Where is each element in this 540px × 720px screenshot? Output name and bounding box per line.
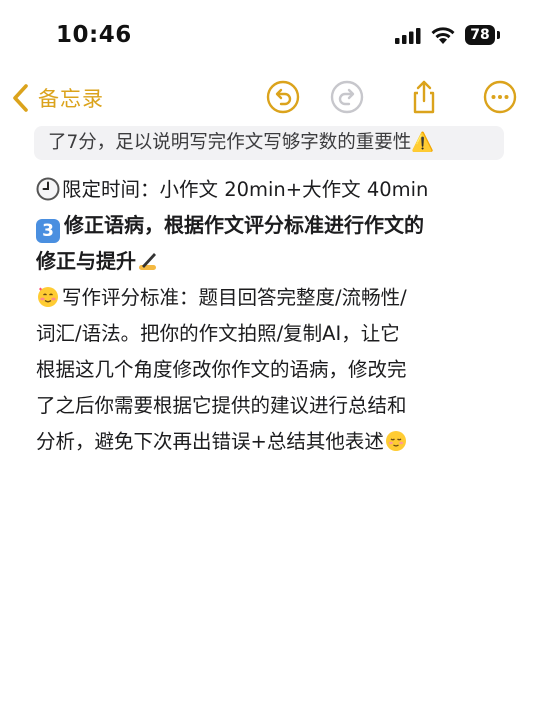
status-time: 10:46: [56, 22, 132, 48]
section-heading-continued: 修正与提升: [36, 249, 136, 273]
time-limit-text: 限定时间：小作文 20min+大作文 40min: [62, 178, 429, 201]
back-label: 备忘录: [38, 87, 104, 111]
more-icon[interactable]: [482, 79, 518, 115]
share-icon[interactable]: [406, 79, 442, 115]
section-heading: 修正语病，根据作文评分标准进行作文的: [64, 213, 424, 237]
summary-text: 分析，避免下次再出错误+总结其他表述: [36, 430, 384, 453]
undo-icon[interactable]: [265, 79, 301, 115]
note-line: 修正与提升: [36, 244, 512, 280]
cellular-signal-icon: [395, 28, 421, 44]
note-line: 根据这几个角度修改你作文的语病，修改完: [36, 358, 407, 381]
back-button[interactable]: 备忘录: [10, 80, 104, 116]
relieved-face-icon: [385, 431, 406, 451]
nav-bar: 备忘录: [0, 72, 540, 124]
battery-indicator: 78: [465, 25, 495, 45]
note-line: 分析，避免下次再出错误+总结其他表述: [36, 424, 512, 460]
writing-hand-icon: [139, 253, 156, 270]
wifi-icon: [431, 27, 455, 44]
note-line: 词汇/语法。把你的作文拍照/复制AI，让它: [36, 322, 400, 345]
chevron-left-icon: [13, 84, 28, 112]
banner-text: 了7分，足以说明写完作文写够字数的重要性⚠️: [48, 132, 435, 153]
keycap-three-icon: 3: [36, 219, 60, 243]
note-body[interactable]: 限定时间：小作文 20min+大作文 40min 3 修正语病，根据作文评分标准进…: [36, 172, 512, 460]
clock-icon: [36, 177, 60, 201]
status-bar: 10:46 78: [0, 0, 540, 72]
criteria-text: 写作评分标准：题目回答完整度/流畅性/: [62, 286, 407, 309]
note-line: 写作评分标准：题目回答完整度/流畅性/: [36, 280, 512, 316]
note-line: 限定时间：小作文 20min+大作文 40min: [36, 172, 512, 208]
note-line: 了之后你需要根据它提供的建议进行总结和: [36, 394, 407, 417]
battery-cap: [497, 31, 500, 39]
smiling-face-with-hearts-icon: [38, 287, 58, 307]
redo-icon[interactable]: [329, 79, 365, 115]
highlight-banner: 了7分，足以说明写完作文写够字数的重要性⚠️: [34, 126, 504, 160]
note-line: 3 修正语病，根据作文评分标准进行作文的: [36, 208, 512, 244]
